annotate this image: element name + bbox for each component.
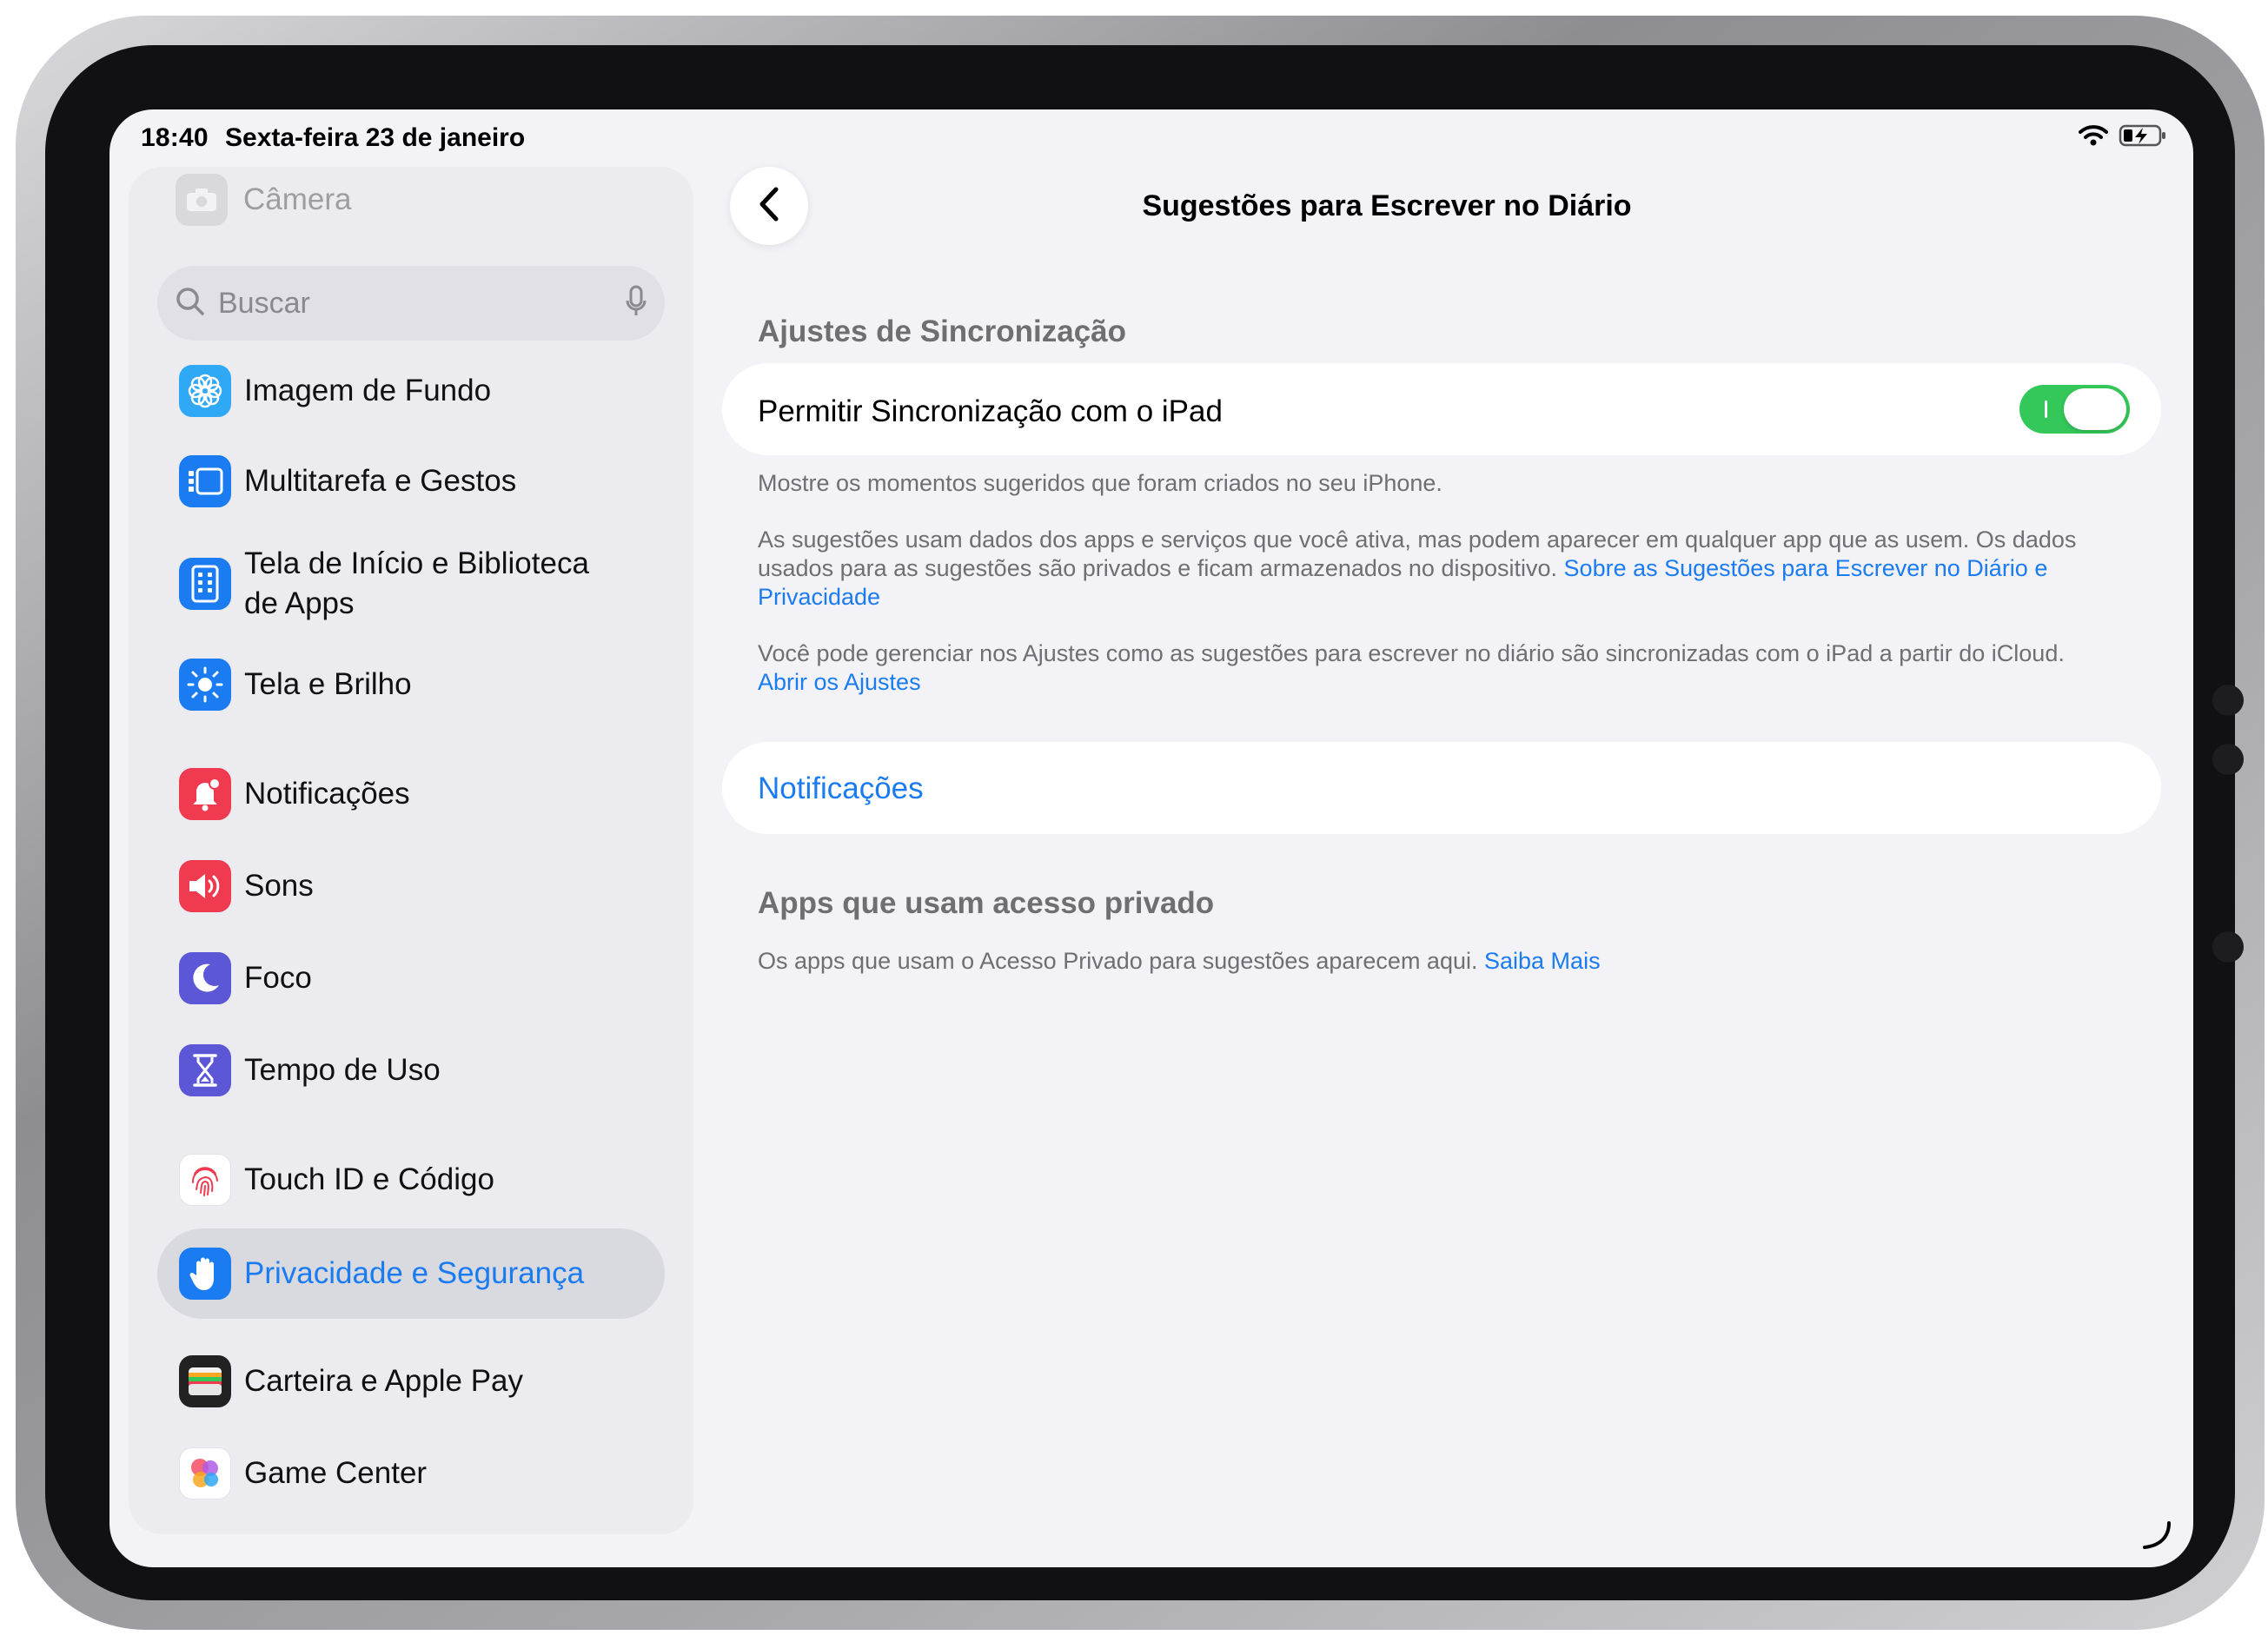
sidebar-item-label: Carteira e Apple Pay: [244, 1364, 524, 1398]
fingerprint-icon: [179, 1154, 231, 1206]
sync-toggle[interactable]: [2019, 385, 2130, 434]
camera-icon: [176, 174, 228, 226]
corner-indicator-icon: [2141, 1520, 2172, 1555]
private-access-footnote: Os apps que usam o Acesso Privado para s…: [758, 947, 2139, 976]
sidebar-item-notifications[interactable]: Notificações: [157, 759, 665, 829]
sidebar-item-label: Tela de Início e Biblioteca de Apps: [244, 546, 589, 620]
sidebar-item-wallet[interactable]: Carteira e Apple Pay: [157, 1347, 665, 1416]
status-date: Sexta-feira 23 de janeiro: [225, 123, 526, 152]
sidebar-item-sounds[interactable]: Sons: [157, 851, 665, 921]
sync-footnote-3: Você pode gerenciar nos Ajustes como as …: [758, 639, 2139, 697]
sidebar-item-label: Câmera: [243, 182, 352, 216]
status-time: 18:40: [141, 123, 209, 152]
sidebar-item-focus[interactable]: Foco: [157, 943, 665, 1013]
status-icons: [2079, 123, 2167, 152]
wallet-icon: [179, 1355, 231, 1407]
sidebar-item-label: Multitarefa e Gestos: [244, 464, 517, 498]
sun-icon: [179, 659, 231, 711]
sidebar-item-label: Notificações: [244, 777, 410, 811]
search-field[interactable]: Buscar: [157, 266, 665, 341]
moon-icon: [179, 952, 231, 1004]
sidebar-item-label: Tempo de Uso: [244, 1053, 441, 1087]
open-settings-link[interactable]: Abrir os Ajustes: [758, 668, 2139, 697]
screen: 18:40 Sexta-feira 23 de janeiro Câmera B…: [109, 109, 2193, 1567]
hand-icon: [179, 1248, 231, 1300]
wallpaper-flower-icon: [179, 365, 231, 417]
chevron-left-icon: [757, 186, 781, 227]
section-header-sync: Ajustes de Sincronização: [758, 314, 1127, 348]
side-camera-dot: [2212, 931, 2244, 963]
sidebar-item-display[interactable]: Tela e Brilho: [157, 650, 665, 719]
sidebar-item-privacy[interactable]: Privacidade e Segurança: [157, 1228, 665, 1319]
multitasking-icon: [179, 455, 231, 507]
page-title: Sugestões para Escrever no Diário: [1142, 189, 1632, 222]
toggle-knob: [2064, 388, 2126, 430]
microphone-icon[interactable]: [625, 285, 647, 322]
side-camera-dot: [2212, 744, 2244, 775]
search-input[interactable]: Buscar: [218, 287, 625, 321]
side-camera-dot: [2212, 685, 2244, 716]
notifications-link[interactable]: Notificações: [758, 771, 924, 806]
notifications-card[interactable]: Notificações: [722, 742, 2161, 834]
game-center-icon: [179, 1447, 231, 1500]
footnote-text: Os apps que usam o Acesso Privado para s…: [758, 948, 1478, 974]
sidebar-item-home-screen[interactable]: Tela de Início e Biblioteca de Apps: [157, 537, 665, 631]
sidebar-item-label: Game Center: [244, 1456, 428, 1490]
wifi-icon: [2079, 124, 2108, 151]
sidebar: Câmera Buscar Imagem de Fundo Multitaref…: [129, 167, 693, 1534]
sidebar-item-game-center[interactable]: Game Center: [157, 1439, 665, 1508]
sidebar-item-label: Imagem de Fundo: [244, 374, 492, 407]
learn-more-link[interactable]: Saiba Mais: [1484, 948, 1601, 974]
battery-charging-icon: [2119, 123, 2167, 152]
sync-footnote-2: As sugestões usam dados dos apps e servi…: [758, 526, 2139, 612]
sidebar-item-camera[interactable]: Câmera: [176, 174, 351, 226]
ipad-frame: 18:40 Sexta-feira 23 de janeiro Câmera B…: [16, 16, 2265, 1630]
home-screen-icon: [179, 558, 231, 610]
sync-footnote-1: Mostre os momentos sugeridos que foram c…: [758, 469, 2139, 498]
sync-card: Permitir Sincronização com o iPad: [722, 363, 2161, 455]
sidebar-item-wallpaper[interactable]: Imagem de Fundo: [157, 356, 665, 426]
section-header-private-access: Apps que usam acesso privado: [758, 886, 1215, 920]
back-button[interactable]: [730, 167, 808, 245]
hourglass-icon: [179, 1044, 231, 1096]
bell-badge-icon: [179, 768, 231, 820]
sidebar-item-label: Touch ID e Código: [244, 1162, 494, 1196]
sidebar-item-screen-time[interactable]: Tempo de Uso: [157, 1036, 665, 1105]
sidebar-item-touch-id[interactable]: Touch ID e Código: [157, 1145, 665, 1215]
footnote-text: Você pode gerenciar nos Ajustes como as …: [758, 640, 2065, 666]
sidebar-item-label: Foco: [244, 961, 312, 995]
sidebar-item-label: Sons: [244, 869, 314, 903]
sidebar-item-multitasking[interactable]: Multitarefa e Gestos: [157, 447, 665, 516]
sidebar-item-label: Tela e Brilho: [244, 667, 412, 701]
magnifier-icon: [175, 286, 206, 321]
toggle-on-mark: [2045, 401, 2047, 418]
speaker-icon: [179, 860, 231, 912]
sidebar-item-label: Privacidade e Segurança: [244, 1256, 585, 1290]
sync-toggle-label: Permitir Sincronização com o iPad: [758, 394, 1223, 428]
footnote-text: Mostre os momentos sugeridos que foram c…: [758, 470, 1442, 496]
